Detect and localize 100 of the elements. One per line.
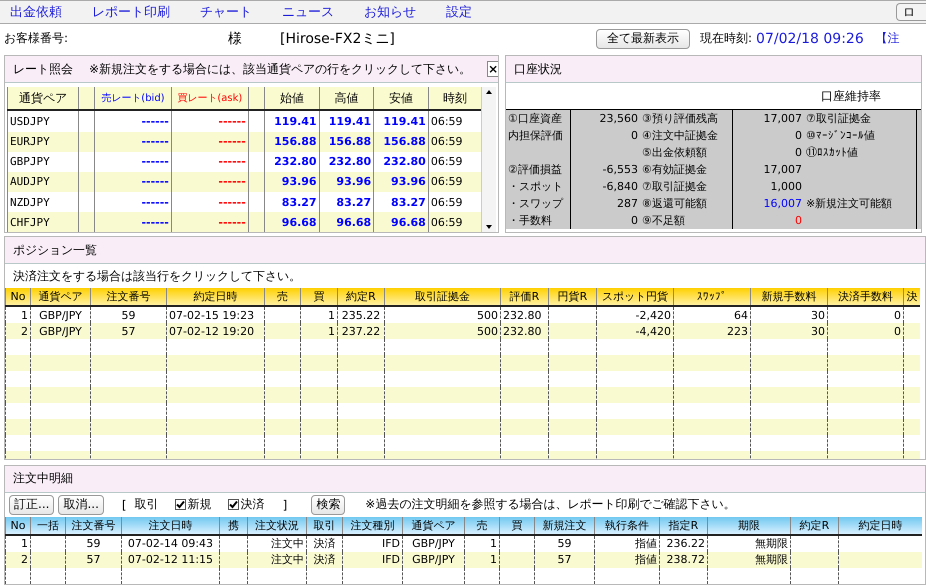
menu-item[interactable]: 設定 [446, 2, 472, 21]
maintenance-rate-label: 口座維持率 [821, 88, 881, 105]
column-header: 注文番号 [90, 288, 166, 306]
table-cell: 57 [534, 552, 594, 568]
table-cell: GBP/JPY [402, 552, 464, 568]
account-value: -6,553 [570, 161, 640, 178]
checkbox-label: 決済 [240, 496, 265, 514]
table-cell: 119.41 [319, 110, 374, 132]
table-cell: 232.80 [500, 306, 548, 324]
order-action-button[interactable]: 取消... [58, 494, 104, 515]
scrollbar[interactable] [481, 87, 496, 232]
menu-item[interactable]: ニュース [282, 2, 334, 21]
panel-title: レート照会 [13, 60, 73, 78]
menu-item[interactable]: お知らせ [364, 2, 416, 21]
menu-item[interactable]: チャート [200, 2, 252, 21]
column-header: 決済手数料 [828, 288, 904, 306]
bracket-text: [ [122, 498, 127, 512]
table-cell: 06:59 [428, 212, 481, 232]
table-cell: ------ [94, 192, 172, 212]
account-label: ⑪ﾛｽｶｯﾄ値 [804, 144, 916, 162]
table-cell: 57 [66, 552, 122, 568]
account-value: 0 [570, 212, 640, 230]
column-header: 通貨ペア [8, 87, 78, 110]
menu-item[interactable]: レポート印刷 [92, 2, 170, 21]
table-cell: 96.68 [264, 212, 320, 232]
order-link[interactable]: 【注 [876, 30, 900, 48]
search-button[interactable]: 検索 [311, 494, 346, 515]
column-header: 高値 [319, 87, 374, 110]
table-cell: GBP/JPY [30, 323, 90, 340]
table-cell: ------ [94, 212, 172, 232]
table-cell: -2,420 [596, 306, 674, 324]
column-header: 注文種別 [342, 516, 402, 535]
column-header: スポット円貨 [596, 288, 674, 306]
table-cell: 156.88 [319, 132, 374, 152]
column-header: ｽﾜｯﾌﾟ [674, 288, 750, 306]
column-header: No [6, 516, 30, 535]
table-cell: 156.88 [264, 132, 320, 152]
account-label: ①口座資産 [506, 110, 570, 128]
table-cell: ------ [94, 172, 172, 192]
order-action-button[interactable]: 訂正... [9, 494, 54, 515]
table-cell: 223 [674, 323, 750, 340]
account-label: ⑤出金依頼額 [640, 144, 732, 162]
column-header: 円貨R [548, 288, 596, 306]
table-cell: 0 [828, 306, 904, 324]
column-header: 通貨ペア [30, 288, 90, 306]
table-cell: ------ [171, 212, 248, 232]
menu-item[interactable]: 出金依頼 [10, 2, 62, 21]
column-header: 通貨ペア [402, 516, 464, 535]
table-cell: 232.80 [319, 152, 374, 172]
table-cell: 決済 [306, 552, 342, 568]
column-header: 買レート(ask) [171, 87, 248, 110]
account-value: 0 [732, 212, 804, 230]
table-cell: 2 [6, 552, 30, 568]
table-cell: 57 [90, 323, 166, 340]
logout-button[interactable]: ロ [896, 2, 926, 21]
account-label: ④注文中証拠金 [640, 127, 732, 144]
table-cell: EURJPY [8, 132, 78, 152]
close-button[interactable]: × [487, 61, 498, 78]
panel-title: 注文中明細 [13, 470, 73, 488]
refresh-all-button[interactable]: 全て最新表示 [596, 28, 690, 49]
table-cell: 1 [300, 306, 338, 324]
column-header: 買 [500, 516, 534, 535]
honorific-text: 様 [228, 30, 243, 48]
bracket-text: ] [282, 498, 288, 512]
table-cell: IFD [342, 552, 402, 568]
checkbox[interactable] [174, 499, 186, 510]
column-header: 携 [220, 516, 248, 535]
column-header: 指定R [660, 516, 708, 535]
account-value: 0 [570, 127, 640, 144]
account-label: ⑩ﾏｰｼﾞﾝｺｰﾙ値 [804, 127, 916, 144]
column-header: 売 [264, 288, 300, 306]
account-label: ※新規注文可能額 [804, 195, 916, 212]
account-label: ⑨不足額 [640, 212, 732, 230]
account-label: ・手数料 [506, 212, 570, 230]
column-header: 注文番号 [66, 516, 122, 535]
current-time-label: 現在時刻: [700, 30, 752, 48]
account-value: 1,000 [732, 178, 804, 196]
column-header: 約定日時 [166, 288, 264, 306]
table-cell: 83.27 [319, 192, 374, 212]
account-label: ③預り評価残高 [640, 110, 732, 128]
table-cell: 30 [750, 323, 828, 340]
column-header: 始値 [264, 87, 320, 110]
table-cell: 0 [828, 323, 904, 340]
table-cell: 06:59 [428, 192, 481, 212]
column-header: 注文状況 [248, 516, 306, 535]
table-cell: ------ [171, 192, 248, 212]
product-name: [Hirose-FX2ミニ] [280, 30, 396, 48]
checkbox[interactable] [228, 499, 239, 510]
table-cell: 93.96 [319, 172, 374, 192]
table-cell: 07-02-12 19:20 [166, 323, 264, 340]
table-cell: USDJPY [8, 110, 78, 132]
table-cell: 無期限 [708, 552, 790, 568]
table-cell: 30 [750, 306, 828, 324]
column-header: 評価R [500, 288, 548, 306]
column-header: 執行条件 [594, 516, 660, 535]
table-cell: 1 [464, 552, 500, 568]
customer-number-label: お客様番号: [4, 30, 70, 48]
account-value: 0 [732, 127, 804, 144]
column-header: 買 [300, 288, 338, 306]
column-header: 新規手数料 [750, 288, 828, 306]
